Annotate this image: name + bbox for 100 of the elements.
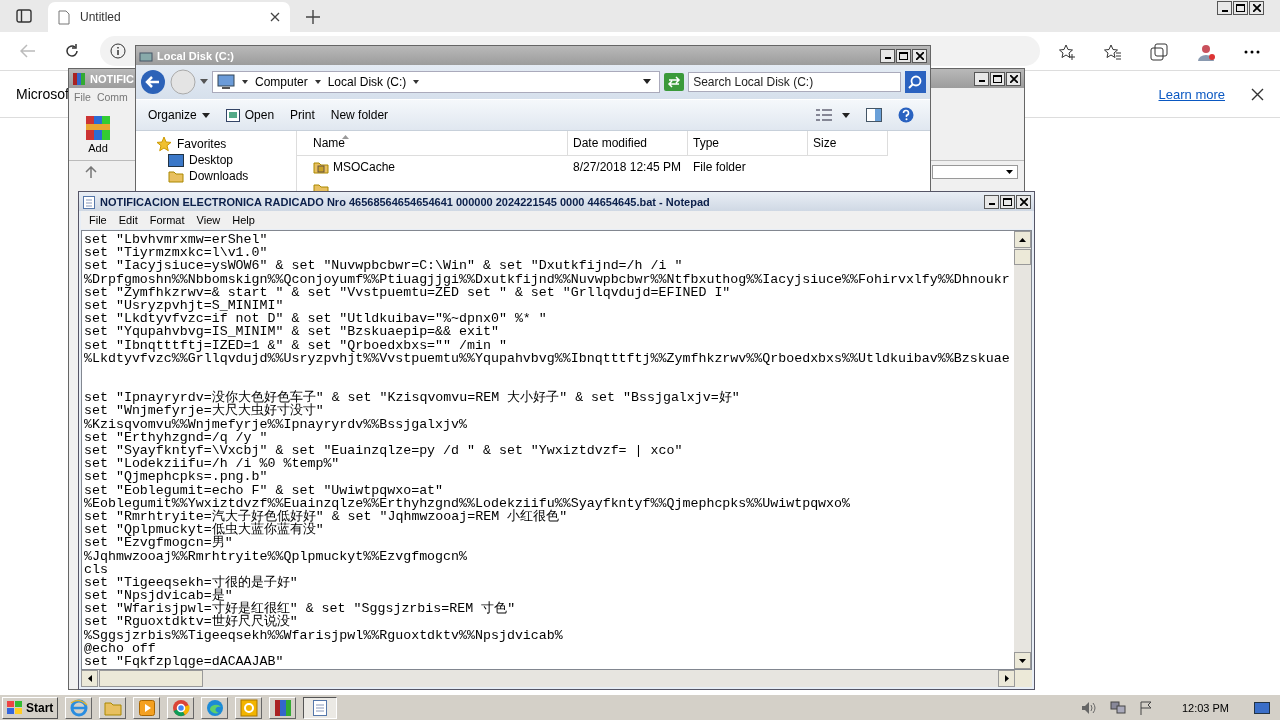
scroll-thumb[interactable] bbox=[99, 670, 203, 687]
toolbar-button[interactable]: New folder bbox=[330, 108, 389, 122]
file-row[interactable]: MSOCache 8/27/2018 12:45 PM File folder bbox=[297, 156, 930, 178]
back-icon[interactable] bbox=[140, 69, 166, 95]
toolbar-button[interactable]: Organize bbox=[148, 108, 210, 122]
view-options-icon[interactable] bbox=[816, 109, 832, 121]
new-tab-icon[interactable] bbox=[306, 10, 320, 24]
info-icon[interactable] bbox=[110, 43, 126, 59]
minimize-icon bbox=[1221, 9, 1228, 12]
network-icon[interactable] bbox=[1109, 700, 1126, 715]
maximize-icon bbox=[993, 74, 1002, 83]
edge-icon bbox=[205, 698, 224, 717]
breadcrumb-item[interactable]: Local Disk (C:) bbox=[327, 75, 407, 89]
show-desktop-icon[interactable] bbox=[1254, 701, 1270, 714]
profile-icon[interactable] bbox=[1196, 42, 1216, 62]
computer-icon bbox=[217, 74, 235, 90]
play-icon bbox=[138, 699, 155, 716]
caret-icon[interactable] bbox=[413, 79, 420, 85]
code-line: set "Fqkfzplqge=dACAAJAB" bbox=[84, 655, 284, 669]
learn-more-link[interactable]: Learn more bbox=[1158, 86, 1225, 102]
column-header[interactable]: Name bbox=[297, 131, 568, 156]
dropdown-caret-icon[interactable] bbox=[842, 112, 850, 118]
taskbar-app[interactable] bbox=[303, 696, 338, 719]
scroll-right-button[interactable] bbox=[998, 670, 1015, 687]
close-icon bbox=[1019, 197, 1028, 206]
search-button[interactable] bbox=[904, 71, 926, 93]
volume-icon[interactable] bbox=[1080, 700, 1097, 715]
nav-item[interactable]: Downloads bbox=[168, 168, 249, 184]
horizontal-scrollbar[interactable] bbox=[81, 670, 1015, 687]
info-bar-text: Microsof bbox=[16, 86, 69, 102]
help-icon[interactable] bbox=[898, 107, 914, 123]
menu-item[interactable]: View bbox=[190, 214, 227, 226]
refresh-icon[interactable] bbox=[64, 43, 80, 59]
code-line: set "Lkdtyvfvzc=if not D" & set "Utldkuibav="%~dpnx0" %* " bbox=[84, 312, 547, 326]
scroll-up-button[interactable] bbox=[1014, 231, 1031, 248]
column-header[interactable]: Size bbox=[808, 131, 888, 156]
window-title: NOTIFICACION ELECTRONICA RADICADO Nro 46568564654654641 000000 2024221545 0000 44654645.bat - Notepad bbox=[100, 195, 710, 208]
caret-icon[interactable] bbox=[314, 79, 321, 85]
clock[interactable]: 12:03 PM bbox=[1181, 701, 1229, 714]
add-favorite-icon[interactable] bbox=[1058, 43, 1076, 61]
close-button[interactable] bbox=[1016, 194, 1031, 209]
menu-item[interactable]: Edit bbox=[112, 214, 144, 226]
column-header[interactable]: Type bbox=[688, 131, 808, 156]
minimize-button[interactable] bbox=[984, 194, 999, 209]
scroll-left-button[interactable] bbox=[81, 670, 98, 687]
tab-actions-icon[interactable] bbox=[16, 9, 32, 23]
archive-icon bbox=[72, 71, 86, 86]
up-arrow-icon bbox=[1019, 237, 1026, 242]
vertical-scrollbar[interactable] bbox=[1014, 231, 1031, 669]
code-line: %Sggsjzrbis%%Tigeeqsekh%%Wfarisjpwl%%Rguoxtdktv%%Npsjdvicab% bbox=[84, 628, 563, 642]
menu-item[interactable]: File bbox=[71, 91, 94, 103]
toolbar-button[interactable]: Open bbox=[225, 108, 275, 122]
dropdown-caret-icon[interactable] bbox=[643, 79, 652, 85]
maximize-icon bbox=[899, 51, 908, 60]
menu-item[interactable]: File bbox=[83, 214, 113, 226]
maximize-icon bbox=[1236, 4, 1245, 12]
size-grip[interactable] bbox=[1015, 670, 1032, 687]
menu-item[interactable]: Format bbox=[143, 214, 191, 226]
minimize-button[interactable] bbox=[1217, 1, 1232, 15]
start-button[interactable]: Start bbox=[2, 696, 59, 719]
collections-icon[interactable] bbox=[1150, 43, 1168, 61]
code-line: %Drpfgmoshn%%Nbbomskign%%Qconjoyumf%%Ptiuagjjgi%%Dxutkfijnd%%Nuvwpbcbwr%%Ntfbxuthog%%Iacyjsiuce%%Fohirvxlfy%%Dhnoukr bbox=[84, 272, 1010, 286]
menu-item[interactable]: Help bbox=[226, 214, 261, 226]
address-bar[interactable]: Computer Local Disk (C:) bbox=[212, 71, 661, 93]
left-arrow-icon bbox=[87, 675, 92, 682]
close-button[interactable] bbox=[1249, 1, 1264, 15]
caret-icon[interactable] bbox=[242, 79, 248, 85]
browser-e-icon bbox=[69, 698, 88, 717]
folder-icon bbox=[168, 169, 184, 183]
star-icon bbox=[156, 136, 172, 152]
flag-icon[interactable] bbox=[1138, 700, 1153, 715]
dropdown-caret-icon[interactable] bbox=[200, 79, 208, 85]
toolbar-button[interactable]: Print bbox=[290, 108, 315, 122]
scroll-down-button[interactable] bbox=[1014, 652, 1031, 669]
add-button[interactable]: Add bbox=[83, 112, 113, 154]
up-arrow-icon[interactable] bbox=[85, 166, 97, 178]
minimize-icon bbox=[988, 203, 995, 205]
dropdown-caret-icon[interactable] bbox=[1006, 170, 1013, 174]
menu-item[interactable]: Comm bbox=[93, 91, 131, 103]
preview-pane-icon[interactable] bbox=[866, 108, 882, 122]
column-header[interactable]: Date modified bbox=[568, 131, 688, 156]
code-line: set "Iacyjsiuce=ysWOW6" & set "Nuvwpbcbwr=C:\Win" & set "Dxutkfijnd=/h /i " bbox=[84, 259, 683, 273]
browser-tab[interactable]: Untitled bbox=[48, 2, 290, 32]
search-field[interactable]: Search Local Disk (C:) bbox=[688, 72, 901, 92]
favorites-icon[interactable] bbox=[1104, 43, 1122, 61]
books-icon bbox=[273, 698, 292, 717]
nav-item[interactable]: Favorites bbox=[156, 136, 227, 152]
nav-item[interactable]: Desktop bbox=[168, 152, 234, 168]
scroll-thumb[interactable] bbox=[1014, 249, 1031, 265]
close-icon bbox=[1252, 4, 1261, 12]
maximize-button[interactable] bbox=[1233, 1, 1248, 15]
close-icon[interactable] bbox=[1251, 87, 1264, 101]
drive-icon bbox=[139, 49, 153, 62]
page-icon bbox=[58, 9, 70, 25]
path-field[interactable] bbox=[932, 165, 1018, 179]
windows-logo-icon bbox=[7, 700, 23, 715]
more-icon[interactable] bbox=[1244, 50, 1260, 54]
close-icon[interactable] bbox=[270, 12, 280, 22]
maximize-button[interactable] bbox=[1000, 194, 1015, 209]
breadcrumb-item[interactable]: Computer bbox=[255, 75, 308, 89]
